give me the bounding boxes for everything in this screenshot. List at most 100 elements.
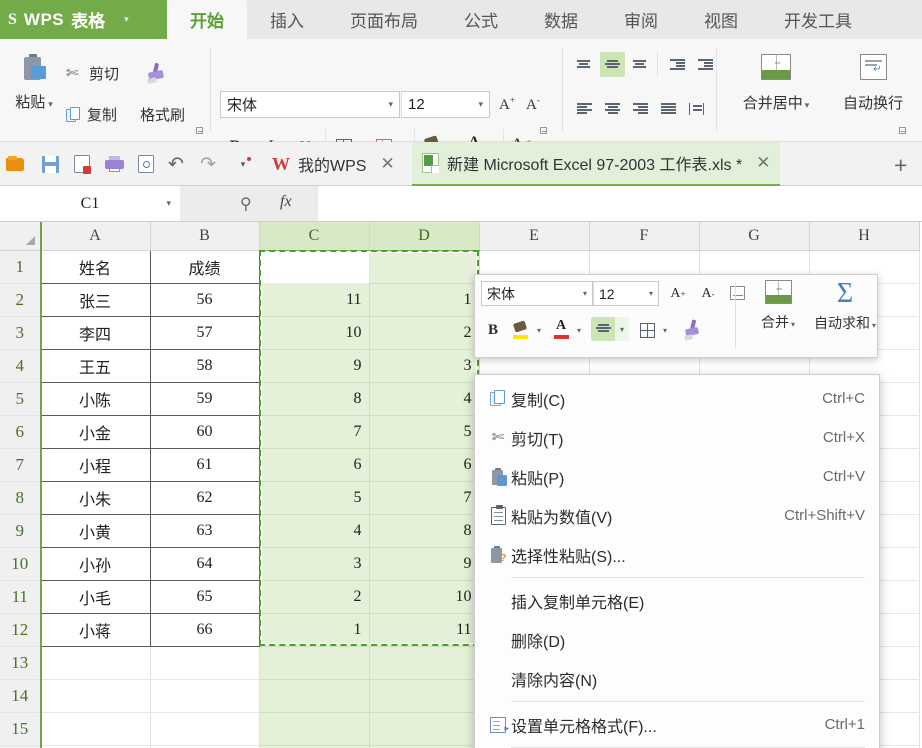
cell-C10[interactable]: 3 <box>259 547 370 581</box>
cell-A13[interactable] <box>40 646 151 680</box>
chevron-down-icon[interactable]: ▾ <box>583 289 587 298</box>
row-header[interactable]: 8 <box>0 481 41 515</box>
context-menu-item-paste-values[interactable]: 粘贴为数值(V) Ctrl+Shift+V <box>475 496 879 535</box>
merge-center-button[interactable]: ⇔ 合并居中 ▾ <box>733 49 819 129</box>
insert-function-button[interactable]: fx <box>280 193 292 211</box>
mini-font-size-input[interactable]: 12 ▾ <box>593 281 659 306</box>
cell-C5[interactable]: 8 <box>259 382 370 416</box>
col-header-b[interactable]: B <box>150 222 260 251</box>
row-header[interactable]: 10 <box>0 547 41 581</box>
clipboard-dialog-launcher[interactable] <box>196 127 203 134</box>
align-middle-button[interactable] <box>600 52 625 77</box>
cell-B3[interactable]: 57 <box>149 315 260 350</box>
col-header-d[interactable]: D <box>369 222 480 251</box>
doc-tab-my-wps[interactable]: W 我的WPS ✕ <box>262 142 405 186</box>
tab-data[interactable]: 数据 <box>521 0 601 39</box>
name-box[interactable]: C1 ▾ <box>0 186 180 221</box>
row-header[interactable]: 11 <box>0 580 41 614</box>
font-size-input[interactable]: 12 ▾ <box>401 91 490 118</box>
row-header[interactable]: 3 <box>0 316 41 350</box>
col-header-e[interactable]: E <box>479 222 590 251</box>
cell-C9[interactable]: 4 <box>259 514 370 548</box>
cell-A10[interactable]: 小孙 <box>39 546 151 581</box>
format-brush-icon-button[interactable] <box>146 62 168 85</box>
chevron-down-icon[interactable]: ▾ <box>388 99 393 110</box>
cell-D7[interactable]: 6 <box>369 448 480 482</box>
tab-start[interactable]: 开始 <box>167 0 247 39</box>
row-header[interactable]: 5 <box>0 382 41 416</box>
increase-font-size-button[interactable]: A+ <box>499 95 515 114</box>
tab-review[interactable]: 审阅 <box>601 0 681 39</box>
print-button[interactable] <box>102 152 126 176</box>
cut-button[interactable]: ✄ 剪切 <box>66 63 119 84</box>
formula-input[interactable] <box>318 186 922 221</box>
close-icon[interactable]: ✕ <box>380 154 394 174</box>
wrap-text-button[interactable]: ↵ 自动换行 <box>830 49 916 129</box>
cell-D5[interactable]: 4 <box>369 382 480 416</box>
row-header[interactable]: 2 <box>0 283 41 317</box>
cell-D12[interactable]: 11 <box>369 613 480 647</box>
cell-D4[interactable]: 3 <box>369 349 480 383</box>
row-header[interactable]: 14 <box>0 679 41 713</box>
cell-D11[interactable]: 10 <box>369 580 480 614</box>
mini-decrease-font-size-button[interactable]: A- <box>697 284 719 304</box>
align-bottom-button[interactable] <box>628 52 653 77</box>
chevron-down-icon[interactable]: ▾ <box>649 289 653 298</box>
copy-button[interactable]: 复制 <box>66 104 117 125</box>
row-header[interactable]: 9 <box>0 514 41 548</box>
tab-developer-tools[interactable]: 开发工具 <box>761 0 875 39</box>
cell-B13[interactable] <box>150 646 260 680</box>
cell-A9[interactable]: 小黄 <box>39 513 151 548</box>
cell-D6[interactable]: 5 <box>369 415 480 449</box>
cell-D9[interactable]: 8 <box>369 514 480 548</box>
cell-D13[interactable] <box>369 646 480 680</box>
mini-align-dropdown[interactable]: ▾ <box>615 317 629 341</box>
row-header[interactable]: 4 <box>0 349 41 383</box>
cell-C1[interactable] <box>259 250 370 284</box>
context-menu-item-cut[interactable]: ✄ 剪切(T) Ctrl+X <box>475 418 879 457</box>
mini-fill-color-button[interactable] <box>511 319 531 341</box>
new-tab-button[interactable]: + <box>894 152 907 179</box>
cell-B9[interactable]: 63 <box>149 513 260 548</box>
cell-A7[interactable]: 小程 <box>39 447 151 482</box>
align-right-button[interactable] <box>628 96 653 121</box>
mini-font-color-button[interactable]: A <box>551 318 571 341</box>
cell-C12[interactable]: 1 <box>259 613 370 647</box>
mini-borders-dropdown[interactable]: ▾ <box>659 319 671 341</box>
chevron-down-icon[interactable]: ▾ <box>478 99 483 110</box>
row-header[interactable]: 6 <box>0 415 41 449</box>
wps-app-logo-button[interactable]: S WPS 表格 ▾ <box>0 0 167 39</box>
cell-B14[interactable] <box>150 679 260 713</box>
row-header[interactable]: 15 <box>0 712 41 746</box>
mini-format-brush-button[interactable] <box>681 318 703 341</box>
col-header-c[interactable]: C <box>259 222 370 251</box>
cell-C3[interactable]: 10 <box>259 316 370 350</box>
context-menu-item-format-cells[interactable]: ▸ 设置单元格格式(F)... Ctrl+1 <box>475 705 879 744</box>
cell-B10[interactable]: 64 <box>149 546 260 581</box>
redo-button[interactable]: ↷ <box>196 152 220 176</box>
increase-indent-button[interactable] <box>693 52 718 77</box>
cell-A15[interactable] <box>40 712 151 746</box>
doc-tab-active-workbook[interactable]: 新建 Microsoft Excel 97-2003 工作表.xls * ✕ <box>412 142 781 186</box>
mini-borders-button[interactable] <box>637 319 657 341</box>
row-header[interactable]: 7 <box>0 448 41 482</box>
chevron-down-icon[interactable]: ▾ <box>124 14 129 25</box>
cell-D15[interactable] <box>369 712 480 746</box>
cell-D1[interactable] <box>369 250 480 284</box>
cell-C14[interactable] <box>259 679 370 713</box>
distribute-columns-button[interactable] <box>684 96 709 121</box>
save-as-button[interactable] <box>70 152 94 176</box>
cell-D2[interactable]: 1 <box>369 283 480 317</box>
mini-font-family-input[interactable]: 宋体 ▾ <box>481 281 593 306</box>
context-menu-item-copy[interactable]: 复制(C) Ctrl+C <box>475 379 879 418</box>
context-menu-item-clear-contents[interactable]: 清除内容(N) <box>475 659 879 698</box>
tab-view[interactable]: 视图 <box>681 0 761 39</box>
col-header-g[interactable]: G <box>699 222 810 251</box>
cell-D3[interactable]: 2 <box>369 316 480 350</box>
mini-autosum-button[interactable]: Σ 自动求和 ▾ <box>805 280 885 352</box>
cell-A6[interactable]: 小金 <box>39 414 151 449</box>
context-menu-item-delete[interactable]: 删除(D) <box>475 620 879 659</box>
context-menu-item-paste[interactable]: 粘贴(P) Ctrl+V <box>475 457 879 496</box>
select-all-corner[interactable] <box>0 222 41 251</box>
cell-D14[interactable] <box>369 679 480 713</box>
